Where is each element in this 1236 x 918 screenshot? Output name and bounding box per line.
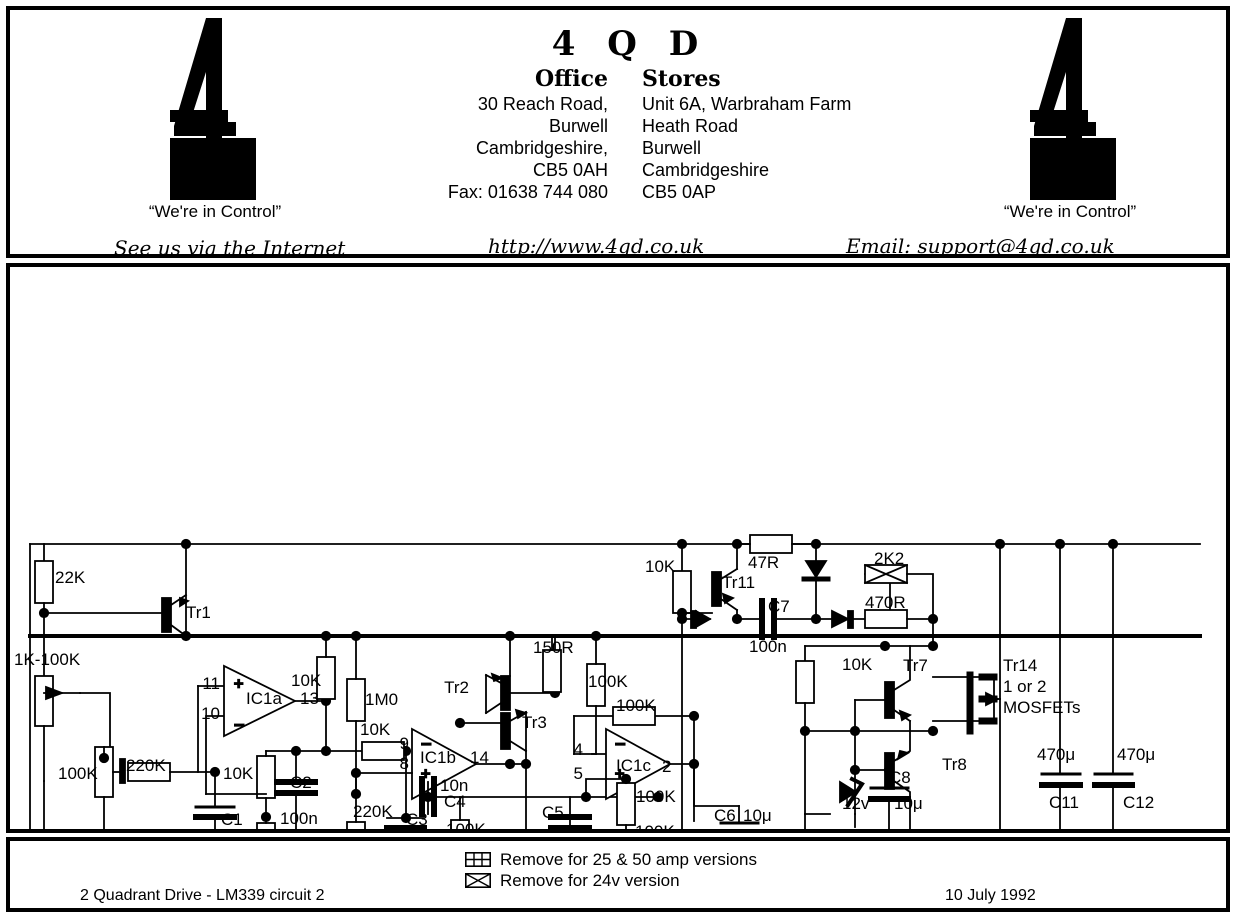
legend-text: Remove for 24v version [500, 870, 680, 890]
component-label-c6: C6 [714, 806, 736, 825]
tagline-left: “We're in Control” [148, 202, 282, 221]
component-label-tr7: Tr7 [903, 656, 928, 675]
component-label-c5: C5 [542, 803, 564, 822]
brand-wordmark: 4 Q D [551, 24, 709, 64]
component-label-ic1b-pin14: 14 [470, 748, 489, 767]
stores-address: Stores Unit 6A, Warbraham Farm Heath Roa… [642, 68, 942, 203]
stores-line-3: Burwell [642, 138, 702, 158]
component-label-pot-1k-100k: 1K-100K [14, 650, 81, 669]
component-label-tr14-l1: 1 or 2 [1003, 677, 1046, 696]
component-label-c4-val: 10n [440, 776, 468, 795]
internet-note: See us via the Internet [114, 236, 346, 260]
component-label-r-22k-top: 22K [55, 568, 86, 587]
component-label-c7-val: 100n [749, 637, 787, 656]
component-label-ic1b-pin8: 8 [400, 754, 409, 773]
stores-heading: Stores [642, 66, 721, 92]
component-label-c2-val: 100n [280, 809, 318, 828]
component-label-tr14-l2: MOSFETs [1003, 698, 1080, 717]
component-label-c3: C3 [406, 810, 428, 829]
component-label-c1: C1 [221, 810, 243, 829]
component-label-r-220k-b: 220K [353, 802, 393, 821]
office-line-2: Burwell [548, 116, 608, 136]
component-label-r-10k-b: 10K [360, 720, 391, 739]
component-label-r-47r-top: 47R [748, 553, 779, 572]
component-label-ic1b: IC1b [420, 748, 456, 767]
component-label-r-100k-c: 100K [588, 672, 628, 691]
legend-text: Remove for 25 & 50 amp versions [500, 849, 758, 869]
component-label-tr1: Tr1 [186, 603, 211, 622]
website-url[interactable]: http://www.4qd.co.uk [488, 234, 704, 258]
component-label-c8-val: 10μ [894, 794, 923, 813]
component-label-c11: C11 [1049, 793, 1079, 812]
circuit-schematic-panel: + − − + − + 22K Tr1 1K-100K 100K 220K IC… [6, 263, 1230, 833]
office-line-1: 30 Reach Road, [477, 94, 608, 114]
component-label-r-10k-d: 10K [645, 557, 676, 576]
component-label-r-470r: 470R [865, 593, 906, 612]
component-label-tr14: Tr14 [1003, 656, 1037, 675]
component-label-c12-val: 470μ [1117, 745, 1155, 764]
component-label-tr3: Tr3 [522, 713, 547, 732]
letterhead-panel: 4 Q D Office 30 Reach Road, Burwell Camb… [6, 6, 1230, 260]
logo-4qd-right [1030, 18, 1116, 200]
box-with-cross-bars-icon [465, 852, 491, 867]
component-label-ic1c-pin4: 4 [574, 740, 583, 759]
component-label-r-150r: 150R [533, 638, 574, 657]
component-label-ic1a-pin11: 11 [202, 674, 220, 693]
logo-4qd-left [170, 18, 256, 200]
stores-line-4: Cambridgeshire [642, 160, 770, 180]
component-label-pot-100k: 100K [58, 764, 98, 783]
drawing-title: 2 Quadrant Drive - LM339 circuit 2 [80, 887, 325, 904]
component-label-ic1c-pin2: 2 [662, 757, 671, 776]
stores-line-5: CB5 0AP [642, 182, 717, 202]
component-label-ic1c-pin5: 5 [574, 764, 583, 783]
component-label-r-10k-e: 10K [842, 655, 873, 674]
titleblock-panel: Remove for 25 & 50 amp versions Remove f… [6, 837, 1230, 912]
component-label-tr2: Tr2 [444, 678, 469, 697]
schematic-page: 4 Q D Office 30 Reach Road, Burwell Camb… [0, 0, 1236, 918]
component-label-c7: C7 [768, 597, 790, 616]
component-label-z-12v-a: 12v [842, 794, 870, 813]
legend-row: Remove for 25 & 50 amp versions [465, 849, 757, 870]
component-label-r-1m0: 1M0 [365, 690, 398, 709]
component-label-r-2k2: 2K2 [874, 549, 904, 568]
svg-text:+: + [234, 676, 243, 693]
component-label-tr11: Tr11 [722, 573, 755, 592]
tagline-right: “We're in Control” [1003, 202, 1137, 221]
component-label-r-100k-b: 100K [446, 820, 486, 829]
svg-text:−: − [615, 734, 626, 754]
component-label-c11-val: 470μ [1037, 745, 1075, 764]
component-label-c12: C12 [1123, 793, 1154, 812]
component-label-c2: C2 [290, 773, 312, 792]
legend: Remove for 25 & 50 amp versions Remove f… [465, 849, 757, 891]
circuit-schematic: + − − + − + 22KTr11K-100K100K 220KIC1a11… [14, 534, 1202, 829]
component-label-c8: C8 [889, 768, 911, 787]
office-line-5: Fax: 01638 744 080 [447, 182, 608, 202]
component-label-r-220k-in: 220K [126, 756, 166, 775]
component-label-tr8: Tr8 [942, 755, 967, 774]
stores-line-2: Heath Road [642, 116, 739, 136]
office-heading: Office [535, 66, 608, 92]
stores-line-1: Unit 6A, Warbraham Farm [642, 94, 852, 114]
email-address[interactable]: Email: support@4qd.co.uk [846, 234, 1115, 258]
office-line-4: CB5 0AH [532, 160, 608, 180]
component-label-r-100k-fb: 100K [616, 696, 656, 715]
box-with-x-icon [465, 873, 491, 888]
office-address: Office 30 Reach Road, Burwell Cambridges… [410, 68, 608, 203]
component-label-ic1c: IC1c [616, 756, 651, 775]
component-label-r-100k-d: 100K [636, 787, 676, 806]
legend-row: Remove for 24v version [465, 870, 757, 891]
component-label-r-10k-a: 10K [291, 671, 322, 690]
component-label-r-10k-c: 10K [223, 764, 254, 783]
svg-text:−: − [234, 715, 245, 735]
component-label-ic1a-pin13: 13 [300, 689, 319, 708]
office-line-3: Cambridgeshire, [475, 138, 608, 158]
component-label-ic1a: IC1a [246, 689, 282, 708]
component-label-c6-val: 10μ [743, 806, 772, 825]
drawing-date: 10 July 1992 [945, 887, 1036, 904]
component-label-c1-val: 1μ [208, 828, 227, 829]
component-label-ic1b-pin9: 9 [400, 734, 409, 753]
component-label-ic1a-pin10: 10 [201, 704, 220, 723]
component-label-r-100k-e: 100K [635, 822, 675, 829]
